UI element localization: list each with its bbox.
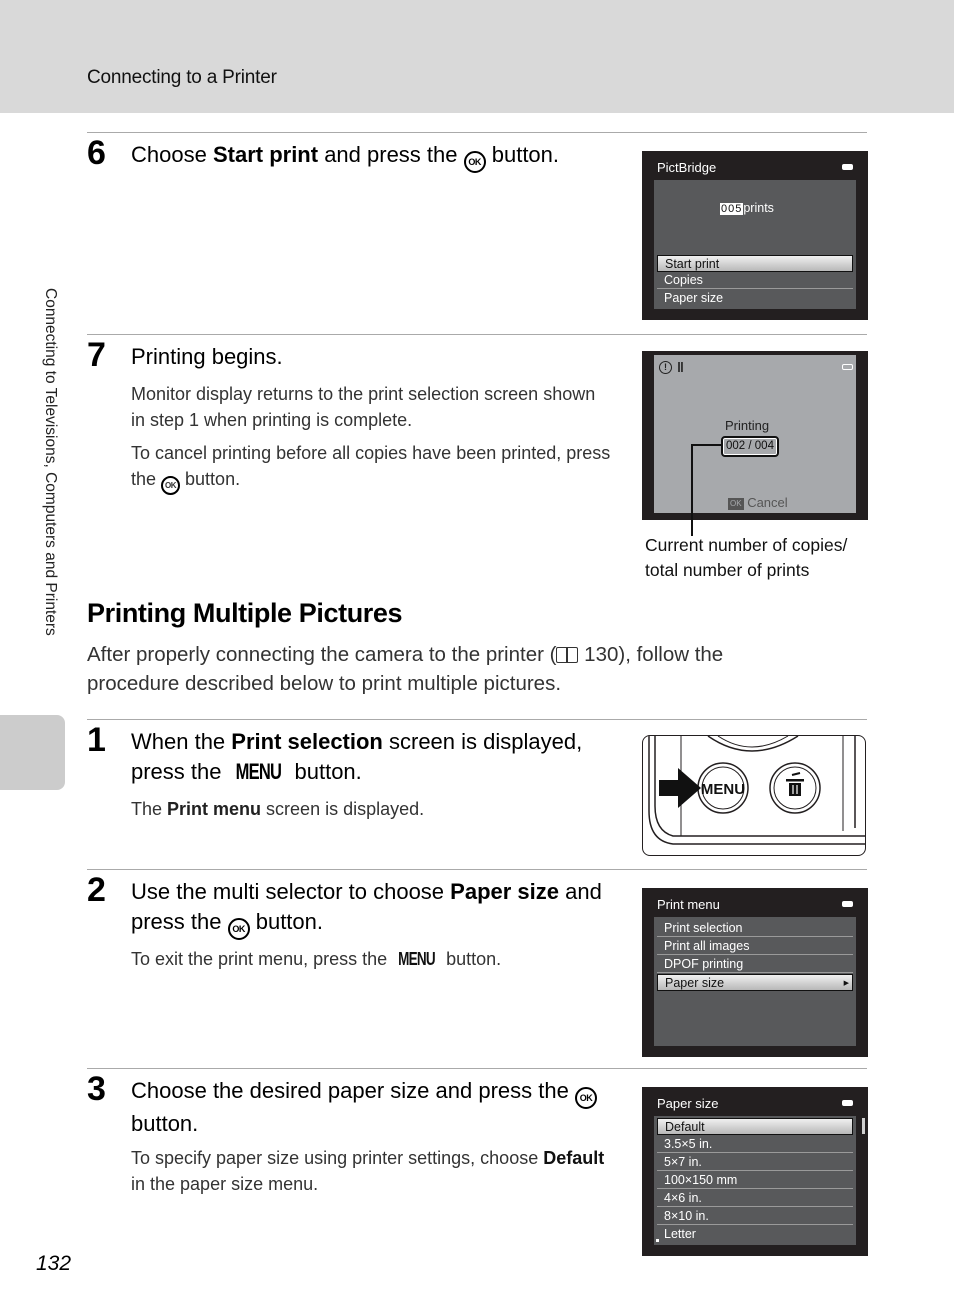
ok-key-icon: OK	[728, 498, 744, 510]
menu-item-default[interactable]: Default	[657, 1118, 853, 1135]
step-title: Choose the desired paper size and press …	[131, 1076, 621, 1139]
menu-button-glyph: MENU	[398, 949, 436, 969]
step-body: To specify paper size using printer sett…	[131, 1148, 605, 1194]
divider	[87, 334, 867, 335]
screen-title: Paper size	[657, 1096, 719, 1111]
screen-title: PictBridge	[657, 160, 717, 175]
callout-caption: Current number of copies/ total number o…	[645, 535, 848, 580]
menu-item-dpof-printing[interactable]: DPOF printing	[657, 956, 853, 973]
print-progress: 002 / 004	[721, 436, 779, 457]
step-title: Printing begins.	[131, 344, 283, 369]
ok-button-icon: OK	[227, 918, 250, 940]
header-title: Connecting to a Printer	[87, 67, 277, 88]
page-number: 132	[36, 1252, 72, 1275]
divider	[87, 719, 867, 720]
step-title: Use the multi selector to choose Paper s…	[131, 877, 621, 940]
ok-button-icon: OK	[161, 476, 181, 495]
book-reference-icon	[556, 647, 579, 663]
print-menu-screen: Print menu Print selection Print all ima…	[642, 888, 868, 1057]
step-paragraph: Monitor display returns to the print sel…	[131, 384, 596, 430]
menu-item-100x150[interactable]: 100×150 mm	[657, 1172, 853, 1189]
step-number: 6	[87, 134, 106, 172]
step-number: 3	[87, 1070, 106, 1108]
step-title: Choose Start print and press the OK butt…	[131, 140, 621, 173]
printing-screen: ! ‖ Printing 002 / 004 OK Cancel	[642, 351, 868, 520]
menu-item-print-selection[interactable]: Print selection	[657, 920, 853, 937]
section-title: Printing Multiple Pictures	[87, 598, 403, 628]
menu-button-glyph: MENU	[235, 759, 281, 784]
battery-icon	[842, 901, 853, 907]
page-reference-link[interactable]: 130	[584, 643, 618, 666]
battery-icon	[842, 1100, 853, 1106]
ok-button-icon: OK	[574, 1087, 597, 1109]
step-number: 1	[87, 721, 106, 759]
menu-item-start-print[interactable]: Start print	[657, 255, 853, 272]
menu-item-letter[interactable]: Letter	[657, 1226, 853, 1243]
warning-icon: !	[659, 361, 672, 374]
menu-item-3-5x5[interactable]: 3.5×5 in.	[657, 1136, 853, 1153]
pictbridge-screen: PictBridge 005prints Start print Copies …	[642, 151, 868, 320]
menu-item-4x6[interactable]: 4×6 in.	[657, 1190, 853, 1207]
menu-item-8x10[interactable]: 8×10 in.	[657, 1208, 853, 1225]
print-count: 005prints	[720, 201, 774, 215]
step-paragraph: To cancel printing before all copies hav…	[131, 440, 611, 495]
menu-item-paper-size[interactable]: Paper size ▶	[657, 974, 853, 991]
camera-buttons-drawing: MENU	[648, 736, 865, 845]
menu-item-print-all-images[interactable]: Print all images	[657, 938, 853, 955]
print-count-label: prints	[743, 201, 774, 215]
cancel-hint: OK Cancel	[728, 495, 788, 510]
divider	[87, 1068, 867, 1069]
screen-title: Print menu	[657, 897, 720, 912]
step-title: When the Print selection screen is displ…	[131, 727, 621, 787]
menu-item-5x7[interactable]: 5×7 in.	[657, 1154, 853, 1171]
side-section-label-text: Connecting to Televisions, Computers and…	[42, 288, 59, 636]
side-tab-marker	[0, 715, 65, 790]
scrollbar[interactable]	[862, 1118, 865, 1134]
menu-item-paper-size[interactable]: Paper size	[657, 290, 853, 307]
callout-line	[691, 444, 693, 536]
callout-line	[691, 444, 721, 446]
section-intro: After properly connecting the camera to …	[87, 643, 724, 695]
camera-back-illustration: MENU	[642, 735, 866, 856]
menu-item-copies[interactable]: Copies	[657, 272, 853, 289]
step-body: Monitor display returns to the print sel…	[131, 381, 611, 502]
battery-icon	[842, 364, 853, 370]
pictbridge-icon: ‖	[677, 359, 684, 375]
paper-size-screen: Paper size Default 3.5×5 in. 5×7 in. 100…	[642, 1087, 868, 1256]
submenu-arrow-icon: ▶	[843, 980, 849, 987]
step-number: 7	[87, 336, 106, 374]
side-section-label: Connecting to Televisions, Computers and…	[37, 288, 59, 708]
header-band	[0, 0, 954, 113]
step-body: To exit the print menu, press the MENU b…	[131, 946, 611, 972]
print-count-value[interactable]: 005	[720, 203, 744, 215]
step-body: The Print menu screen is displayed.	[131, 799, 425, 819]
divider	[87, 132, 867, 133]
pointer-arrow-icon	[659, 768, 701, 808]
step-number: 2	[87, 871, 106, 909]
scroll-more-indicator	[656, 1239, 659, 1242]
printing-status: Printing	[725, 418, 770, 433]
battery-icon	[842, 164, 853, 170]
divider	[87, 869, 867, 870]
ok-button-icon: OK	[463, 151, 486, 173]
menu-button-label: MENU	[701, 781, 745, 798]
